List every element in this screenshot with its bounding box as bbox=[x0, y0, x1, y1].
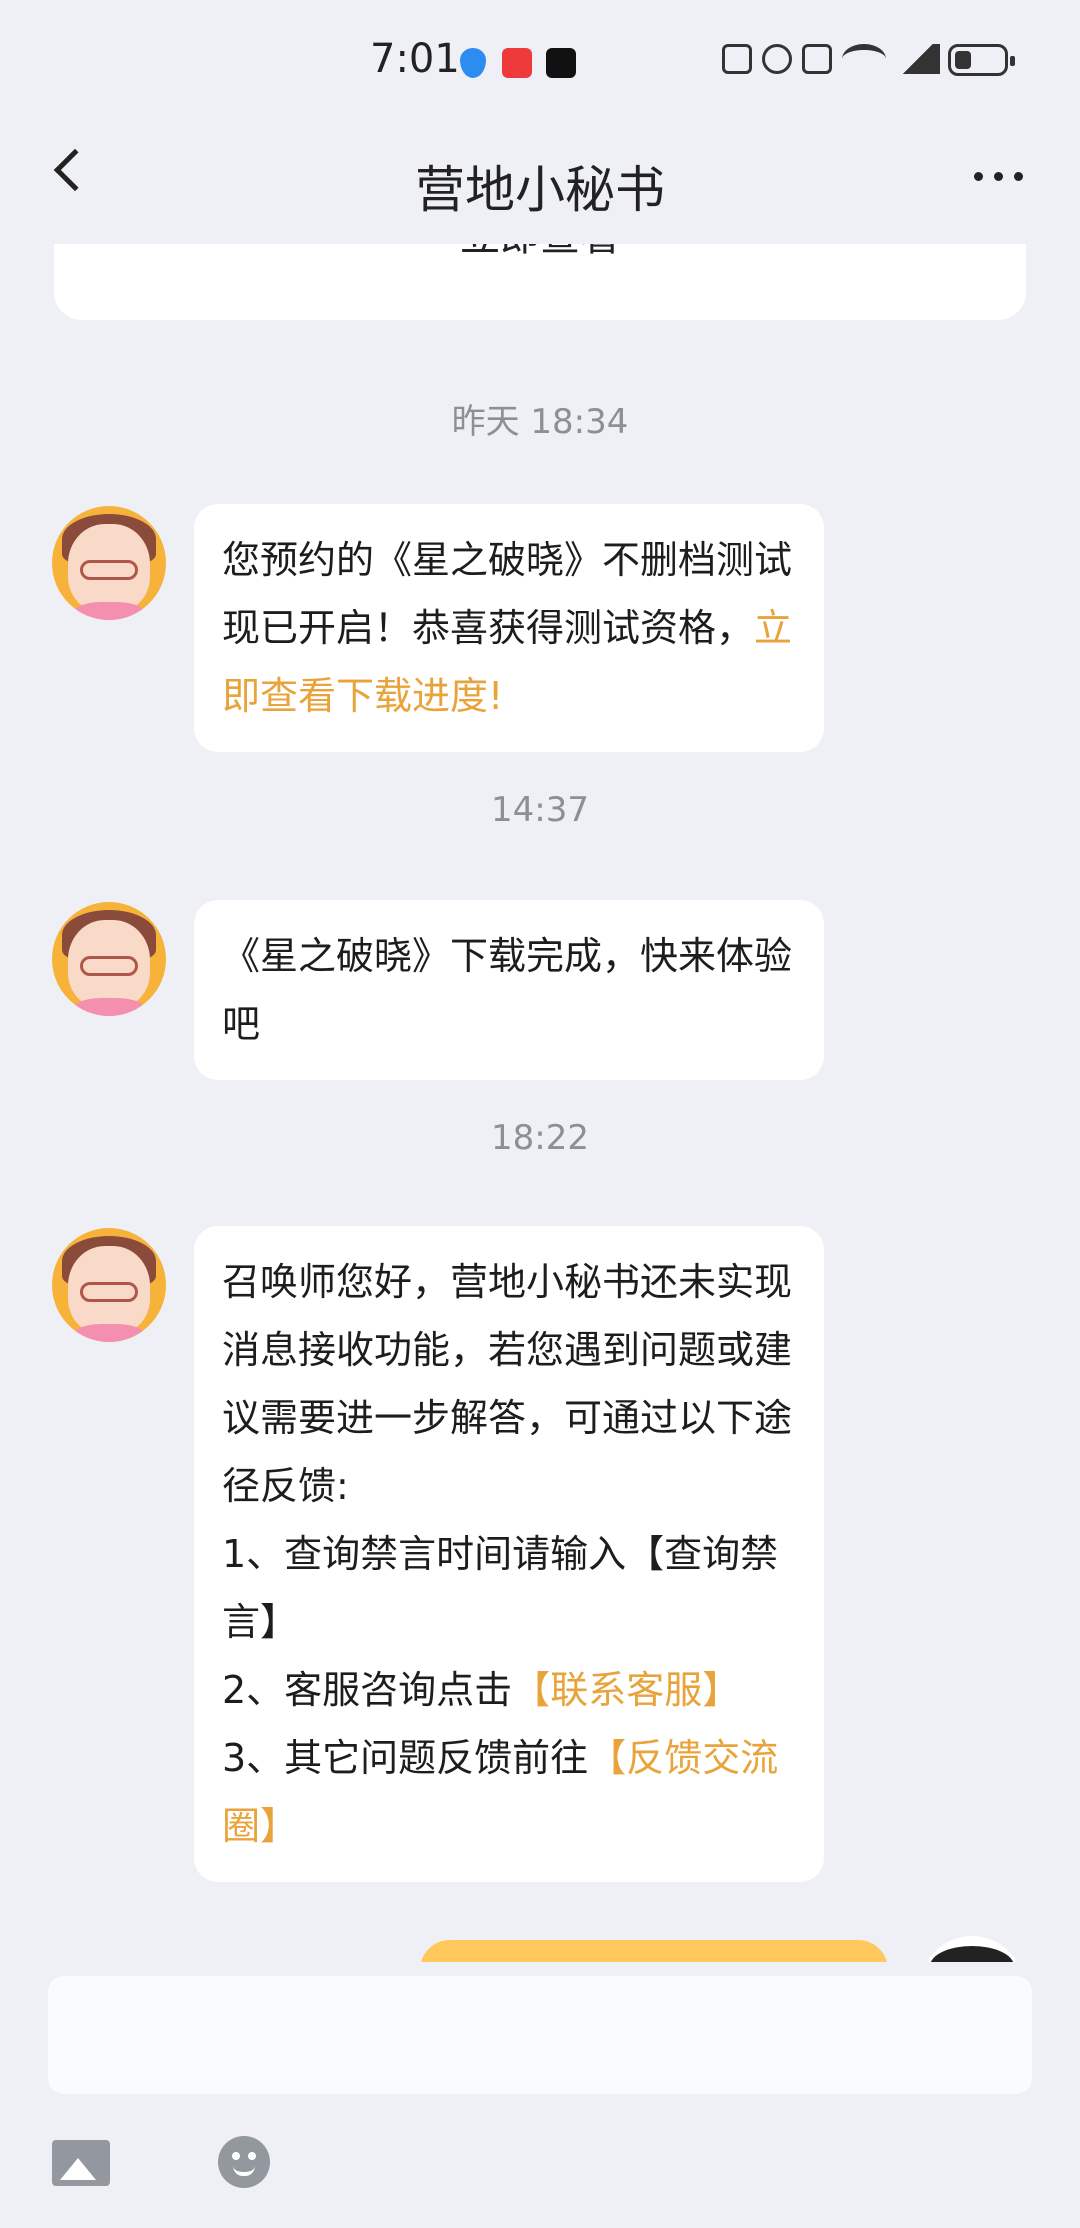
previous-message-card[interactable]: 立即查看 bbox=[54, 244, 1026, 320]
status-bar: 7:01 bbox=[0, 0, 1080, 120]
emoji-icon[interactable] bbox=[218, 2136, 270, 2188]
message-bubble: 《星之破晓》下载完成，快来体验吧 bbox=[194, 900, 824, 1080]
more-options-icon[interactable] bbox=[974, 172, 1023, 181]
vibrate-icon bbox=[802, 44, 832, 74]
status-icons bbox=[722, 44, 940, 74]
message-line-1: 1、查询禁言时间请输入【查询禁言】 bbox=[222, 1532, 779, 1644]
battery-icon bbox=[948, 44, 1015, 76]
nfc-icon bbox=[722, 44, 752, 74]
battery-level bbox=[955, 51, 971, 69]
message-timestamp: 18:22 bbox=[491, 1118, 589, 1158]
own-message-bubble bbox=[420, 1940, 888, 1962]
user-avatar[interactable] bbox=[920, 1936, 1024, 1962]
message-text: 您预约的《星之破晓》不删档测试现已开启！恭喜获得测试资格， bbox=[222, 538, 793, 650]
message-input[interactable] bbox=[48, 1976, 1032, 2094]
message-bubble: 您预约的《星之破晓》不删档测试现已开启！恭喜获得测试资格，立即查看下载进度! bbox=[194, 504, 824, 752]
message-line-2: 2、客服咨询点击【联系客服】 bbox=[222, 1668, 741, 1712]
assistant-avatar[interactable] bbox=[52, 506, 166, 620]
5g-signal-icon bbox=[896, 44, 940, 74]
huawei-app-icon bbox=[502, 48, 532, 78]
wifi-icon bbox=[842, 44, 886, 74]
status-time: 7:01 bbox=[370, 36, 460, 82]
chat-list[interactable]: 立即查看 昨天 18:34 您预约的《星之破晓》不删档测试现已开启！恭喜获得测试… bbox=[0, 244, 1080, 1962]
message-intro-text: 召唤师您好，营地小秘书还未实现消息接收功能，若您遇到问题或建议需要进一步解答，可… bbox=[222, 1260, 793, 1508]
view-now-link[interactable]: 立即查看 bbox=[54, 244, 1026, 262]
message-line-3: 3、其它问题反馈前往【反馈交流圈】 bbox=[222, 1736, 779, 1848]
alarm-icon bbox=[762, 44, 792, 74]
message-text: 《星之破晓》下载完成，快来体验吧 bbox=[222, 934, 793, 1046]
shield-app-icon bbox=[460, 48, 486, 78]
page-title: 营地小秘书 bbox=[415, 161, 665, 219]
dewu-app-icon bbox=[546, 48, 576, 78]
message-timestamp: 昨天 18:34 bbox=[451, 402, 629, 442]
assistant-avatar[interactable] bbox=[52, 1228, 166, 1342]
image-icon[interactable] bbox=[52, 2140, 110, 2186]
message-timestamp: 14:37 bbox=[491, 790, 589, 830]
message-bubble: 召唤师您好，营地小秘书还未实现消息接收功能，若您遇到问题或建议需要进一步解答，可… bbox=[194, 1226, 824, 1882]
contact-support-link[interactable]: 【联系客服】 bbox=[512, 1668, 740, 1712]
assistant-avatar[interactable] bbox=[52, 902, 166, 1016]
